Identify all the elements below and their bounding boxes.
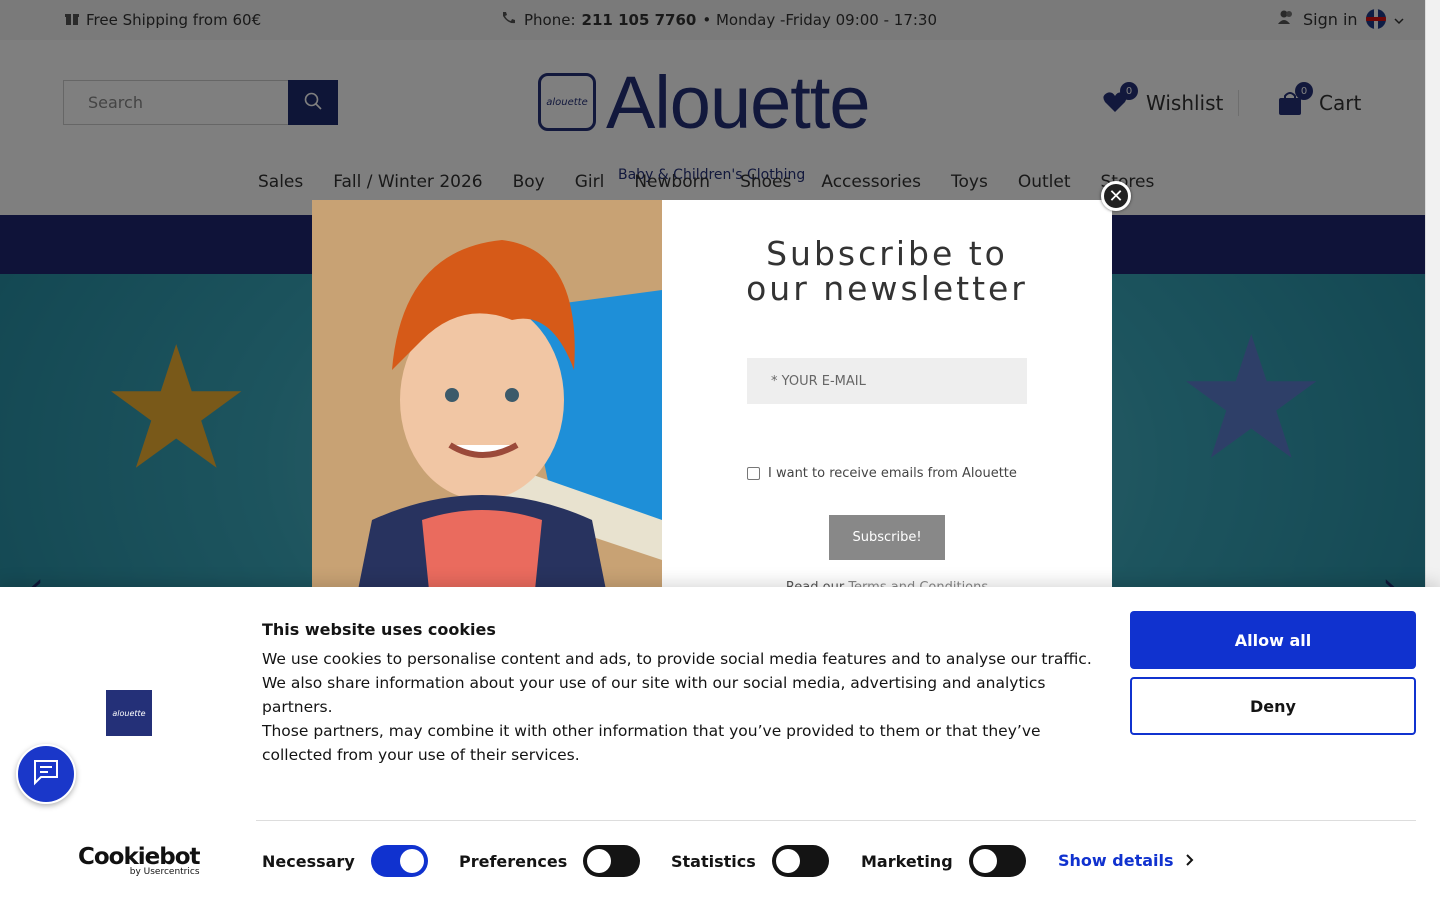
statistics-switch[interactable] [771,845,829,877]
allow-all-button[interactable]: Allow all [1130,611,1416,669]
close-icon: ✕ [1108,185,1124,207]
cookie-banner: alouette Cookiebot by Usercentrics This … [0,587,1440,900]
toggle-necessary: Necessary [262,845,428,877]
newsletter-photo [312,200,662,620]
marketing-switch[interactable] [968,845,1026,877]
cookie-description: We use cookies to personalise content an… [262,650,1092,764]
subscribe-button[interactable]: Subscribe! [829,515,945,560]
consent-checkbox[interactable] [747,467,760,480]
toggle-preferences: Preferences [459,845,641,877]
necessary-switch[interactable] [370,845,428,877]
toggle-marketing: Marketing [861,845,1026,877]
chevron-right-icon [1185,851,1194,870]
preferences-switch[interactable] [583,845,641,877]
cookie-title: This website uses cookies [262,620,496,639]
newsletter-popup: Subscribe to our newsletter * YOUR E-MAI… [312,200,1112,620]
popup-close-button[interactable]: ✕ [1101,181,1131,211]
chat-icon [31,757,61,791]
newsletter-email-input[interactable]: * YOUR E-MAIL [747,358,1027,404]
toggle-statistics: Statistics [671,845,829,877]
newsletter-consent[interactable]: I want to receive emails from Alouette [747,466,1017,481]
deny-button[interactable]: Deny [1130,677,1416,735]
consent-label: I want to receive emails from Alouette [768,466,1017,481]
show-details-link[interactable]: Show details [1058,851,1194,870]
newsletter-form: Subscribe to our newsletter * YOUR E-MAI… [662,200,1112,620]
cookie-divider [256,820,1416,821]
chat-widget-button[interactable] [16,744,76,804]
cookiebot-logo[interactable]: Cookiebot by Usercentrics [78,845,201,877]
site-logo-small: alouette [106,690,152,736]
newsletter-title: Subscribe to our newsletter [746,234,1028,308]
